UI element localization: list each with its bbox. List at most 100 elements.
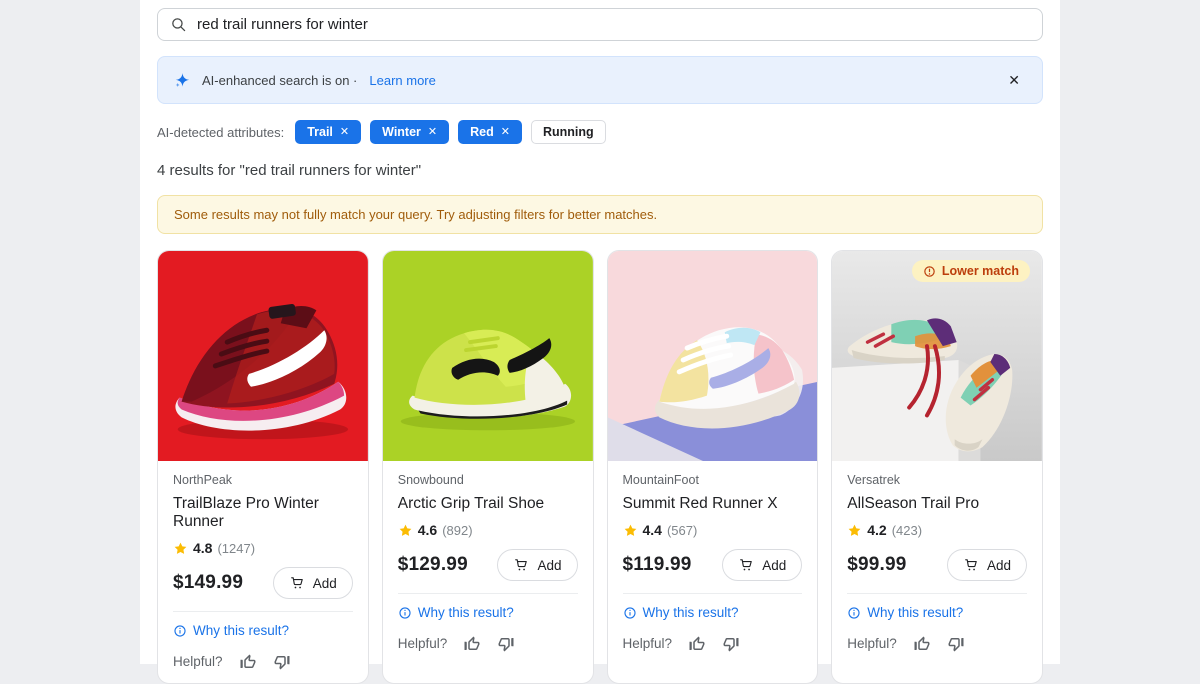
- why-label: Why this result?: [643, 605, 739, 620]
- helpful-row: Helpful?: [173, 653, 353, 671]
- product-rating: 4.2 (423): [847, 522, 1027, 538]
- add-to-cart-button[interactable]: Add: [273, 567, 353, 599]
- product-title[interactable]: Arctic Grip Trail Shoe: [398, 495, 578, 513]
- product-rating: 4.6 (892): [398, 522, 578, 538]
- why-label: Why this result?: [418, 605, 514, 620]
- search-icon: [170, 16, 187, 33]
- helpful-label: Helpful?: [623, 636, 673, 651]
- cart-icon: [513, 557, 529, 573]
- why-label: Why this result?: [193, 623, 289, 638]
- attributes-row: AI-detected attributes: Trail ✕ Winter ✕…: [157, 120, 1043, 144]
- product-brand: Snowbound: [398, 473, 578, 487]
- star-icon: [847, 523, 862, 538]
- attributes-label: AI-detected attributes:: [157, 125, 284, 140]
- thumbs-down-icon: [273, 653, 291, 671]
- thumbs-up-icon: [463, 635, 481, 653]
- product-image[interactable]: [383, 251, 593, 461]
- helpful-label: Helpful?: [847, 636, 897, 651]
- product-brand: MountainFoot: [623, 473, 803, 487]
- chip-trail[interactable]: Trail ✕: [295, 120, 361, 144]
- card-divider: [847, 593, 1027, 594]
- add-label: Add: [987, 558, 1011, 573]
- why-this-result-link[interactable]: Why this result?: [847, 605, 963, 620]
- why-label: Why this result?: [867, 605, 963, 620]
- review-count: (892): [442, 523, 472, 538]
- product-image[interactable]: [608, 251, 818, 461]
- product-title[interactable]: AllSeason Trail Pro: [847, 495, 1027, 513]
- alert-icon: [923, 265, 936, 278]
- info-icon: [847, 606, 861, 620]
- thumbs-up-icon: [913, 635, 931, 653]
- why-this-result-link[interactable]: Why this result?: [398, 605, 514, 620]
- results-grid: NorthPeak TrailBlaze Pro Winter Runner 4…: [157, 250, 1043, 684]
- add-to-cart-button[interactable]: Add: [722, 549, 802, 581]
- thumbs-down-icon: [497, 635, 515, 653]
- product-card: NorthPeak TrailBlaze Pro Winter Runner 4…: [157, 250, 369, 684]
- info-icon: [173, 624, 187, 638]
- chip-label: Running: [543, 125, 594, 139]
- ai-sparkle-icon: [174, 72, 191, 89]
- info-icon: [398, 606, 412, 620]
- chip-winter[interactable]: Winter ✕: [370, 120, 449, 144]
- banner-close-button[interactable]: ✕: [1002, 68, 1026, 93]
- cart-icon: [289, 575, 305, 591]
- results-summary: 4 results for "red trail runners for win…: [157, 162, 1043, 179]
- ai-enhanced-banner: AI-enhanced search is on · Learn more ✕: [157, 56, 1043, 104]
- product-title[interactable]: TrailBlaze Pro Winter Runner: [173, 495, 353, 531]
- add-to-cart-button[interactable]: Add: [497, 549, 577, 581]
- thumbs-down-icon: [947, 635, 965, 653]
- star-icon: [398, 523, 413, 538]
- rating-value: 4.4: [643, 522, 662, 538]
- thumbs-up-icon: [688, 635, 706, 653]
- add-label: Add: [537, 558, 561, 573]
- product-price: $119.99: [623, 554, 692, 576]
- ai-banner-message: AI-enhanced search is on ·: [202, 73, 357, 88]
- review-count: (1247): [217, 541, 255, 556]
- thumbs-down-button[interactable]: [947, 635, 965, 653]
- why-this-result-link[interactable]: Why this result?: [173, 623, 289, 638]
- thumbs-up-button[interactable]: [913, 635, 931, 653]
- product-image[interactable]: [158, 251, 368, 461]
- thumbs-down-button[interactable]: [273, 653, 291, 671]
- volt-shoe-illustration: [383, 251, 593, 461]
- warning-banner: Some results may not fully match your qu…: [157, 195, 1043, 234]
- rating-value: 4.6: [418, 522, 437, 538]
- rating-value: 4.8: [193, 540, 212, 556]
- chip-running[interactable]: Running: [531, 120, 606, 144]
- multicolor-sneakers-illustration: [832, 251, 1042, 461]
- thumbs-up-button[interactable]: [463, 635, 481, 653]
- thumbs-down-button[interactable]: [722, 635, 740, 653]
- product-title[interactable]: Summit Red Runner X: [623, 495, 803, 513]
- product-rating: 4.8 (1247): [173, 540, 353, 556]
- product-card: MountainFoot Summit Red Runner X 4.4 (56…: [607, 250, 819, 684]
- product-info: MountainFoot Summit Red Runner X 4.4 (56…: [608, 461, 818, 665]
- chip-remove-icon[interactable]: ✕: [428, 127, 437, 138]
- helpful-row: Helpful?: [847, 635, 1027, 653]
- product-info: Versatrek AllSeason Trail Pro 4.2 (423) …: [832, 461, 1042, 665]
- helpful-row: Helpful?: [398, 635, 578, 653]
- chip-remove-icon[interactable]: ✕: [501, 127, 510, 138]
- star-icon: [623, 523, 638, 538]
- product-image[interactable]: Lower match: [832, 251, 1042, 461]
- chip-label: Winter: [382, 125, 421, 139]
- learn-more-link[interactable]: Learn more: [369, 73, 435, 88]
- why-this-result-link[interactable]: Why this result?: [623, 605, 739, 620]
- chip-remove-icon[interactable]: ✕: [340, 127, 349, 138]
- search-input[interactable]: [197, 16, 1030, 33]
- helpful-label: Helpful?: [173, 654, 223, 669]
- thumbs-up-button[interactable]: [239, 653, 257, 671]
- product-info: NorthPeak TrailBlaze Pro Winter Runner 4…: [158, 461, 368, 683]
- lower-match-label: Lower match: [942, 264, 1019, 278]
- product-rating: 4.4 (567): [623, 522, 803, 538]
- helpful-row: Helpful?: [623, 635, 803, 653]
- thumbs-down-button[interactable]: [497, 635, 515, 653]
- product-price: $129.99: [398, 554, 468, 576]
- add-to-cart-button[interactable]: Add: [947, 549, 1027, 581]
- thumbs-up-button[interactable]: [688, 635, 706, 653]
- add-label: Add: [313, 576, 337, 591]
- search-bar: [157, 8, 1043, 41]
- chip-red[interactable]: Red ✕: [458, 120, 522, 144]
- chip-label: Trail: [307, 125, 333, 139]
- thumbs-up-icon: [239, 653, 257, 671]
- chip-label: Red: [470, 125, 494, 139]
